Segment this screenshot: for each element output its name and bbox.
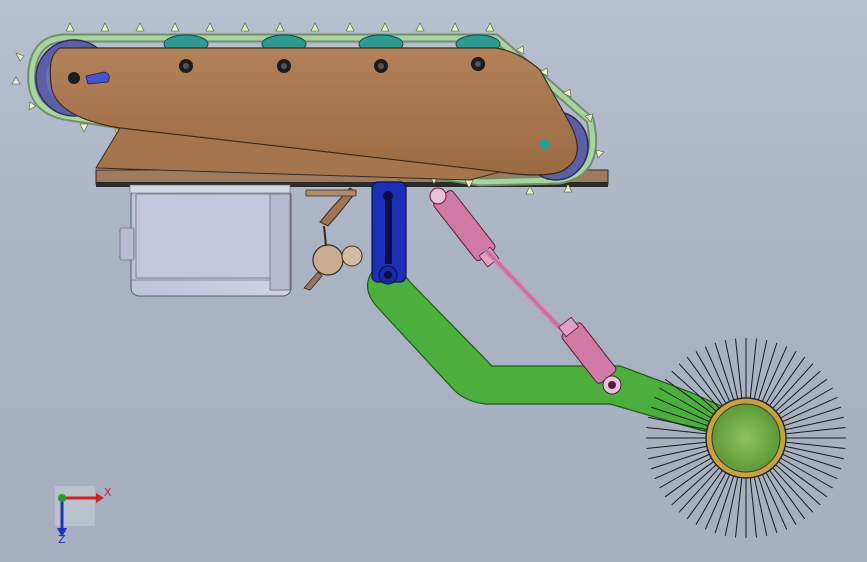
tension-lever bbox=[303, 187, 363, 291]
bristle bbox=[781, 449, 842, 470]
bristle bbox=[781, 406, 842, 427]
bristle bbox=[650, 449, 711, 470]
bristle bbox=[714, 473, 735, 534]
motor-housing bbox=[119, 187, 292, 297]
brush-hub bbox=[705, 397, 787, 479]
x-axis-label: X bbox=[104, 486, 112, 499]
swing-arm bbox=[366, 266, 739, 439]
side-frame-plate bbox=[49, 47, 578, 181]
bristle bbox=[757, 342, 778, 403]
bristle bbox=[714, 342, 735, 403]
z-axis-label: Z bbox=[58, 533, 66, 546]
mechanism-drawing: X Z bbox=[11, 22, 846, 546]
axis-triad: X Z bbox=[55, 486, 112, 546]
mount-bracket bbox=[371, 181, 407, 285]
cad-viewport[interactable]: X Z bbox=[0, 0, 867, 562]
bristle bbox=[757, 473, 778, 534]
